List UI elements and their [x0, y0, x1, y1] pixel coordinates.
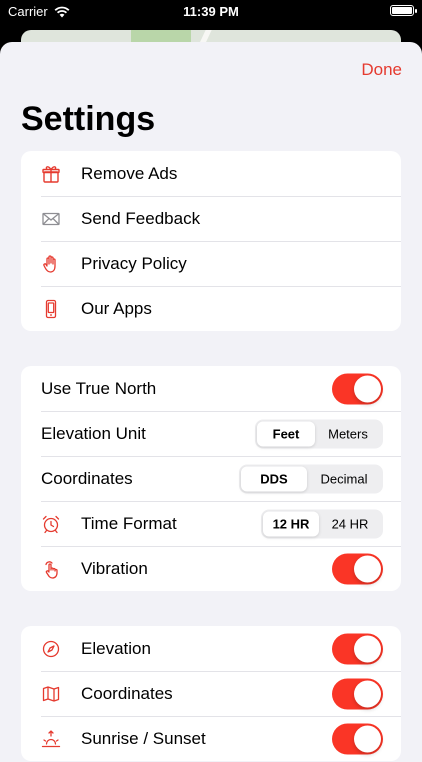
settings-sheet: Done Settings Remove Ads Send Feedback P… [0, 42, 422, 762]
coordinates-decimal[interactable]: Decimal [307, 466, 381, 491]
status-bar: Carrier 11:39 PM [0, 0, 422, 24]
elevation-unit-feet[interactable]: Feet [257, 421, 315, 446]
our-apps-label: Our Apps [81, 298, 152, 318]
send-feedback-row[interactable]: Send Feedback [21, 196, 401, 241]
phone-icon [41, 299, 61, 319]
privacy-policy-label: Privacy Policy [81, 253, 187, 273]
elevation-unit-row: Elevation Unit Feet Meters [21, 411, 401, 456]
time-format-label: Time Format [81, 513, 177, 533]
tap-icon [41, 559, 61, 579]
sunrise-sunset-toggle[interactable] [332, 723, 383, 754]
remove-ads-row[interactable]: Remove Ads [21, 151, 401, 196]
envelope-icon [41, 209, 61, 229]
send-feedback-label: Send Feedback [81, 208, 201, 228]
preferences-group: Use True North Elevation Unit Feet Meter… [21, 366, 401, 591]
map-icon [41, 684, 61, 704]
display-group: Elevation Coordinates Sunrise / Sunset [21, 626, 401, 761]
elevation-display-row: Elevation [21, 626, 401, 671]
coordinates-format-label: Coordinates [41, 468, 133, 488]
coordinates-display-label: Coordinates [81, 683, 173, 703]
elevation-unit-segmented-control: Feet Meters [255, 419, 383, 448]
privacy-policy-row[interactable]: Privacy Policy [21, 241, 401, 286]
time-format-24hr[interactable]: 24 HR [319, 511, 381, 536]
gift-icon [41, 164, 61, 184]
general-group: Remove Ads Send Feedback Privacy Policy [21, 151, 401, 331]
coordinates-format-row: Coordinates DDS Decimal [21, 456, 401, 501]
true-north-row: Use True North [21, 366, 401, 411]
page-title: Settings [21, 100, 156, 138]
elevation-unit-label: Elevation Unit [41, 423, 146, 443]
elevation-display-label: Elevation [81, 638, 151, 658]
done-button[interactable]: Done [361, 60, 402, 80]
vibration-row: Vibration [21, 546, 401, 591]
sunrise-sunset-label: Sunrise / Sunset [81, 728, 206, 748]
elevation-display-toggle[interactable] [332, 633, 383, 664]
coordinates-display-toggle[interactable] [332, 678, 383, 709]
hand-icon [41, 254, 61, 274]
elevation-unit-meters[interactable]: Meters [315, 421, 381, 446]
time-format-segmented-control: 12 HR 24 HR [261, 509, 383, 538]
coordinates-format-segmented-control: DDS Decimal [239, 464, 383, 493]
vibration-toggle[interactable] [332, 553, 383, 584]
remove-ads-label: Remove Ads [81, 163, 178, 183]
compass-icon [41, 639, 61, 659]
time-format-12hr[interactable]: 12 HR [263, 511, 319, 536]
alarm-clock-icon [41, 514, 61, 534]
status-time: 11:39 PM [183, 4, 239, 19]
sunrise-icon [41, 729, 61, 749]
time-format-row: Time Format 12 HR 24 HR [21, 501, 401, 546]
sunrise-sunset-row: Sunrise / Sunset [21, 716, 401, 761]
our-apps-row[interactable]: Our Apps [21, 286, 401, 331]
vibration-label: Vibration [81, 558, 148, 578]
coordinates-display-row: Coordinates [21, 671, 401, 716]
coordinates-dds[interactable]: DDS [241, 466, 307, 491]
battery-icon [390, 5, 417, 16]
true-north-toggle[interactable] [332, 373, 383, 404]
true-north-label: Use True North [41, 378, 157, 398]
